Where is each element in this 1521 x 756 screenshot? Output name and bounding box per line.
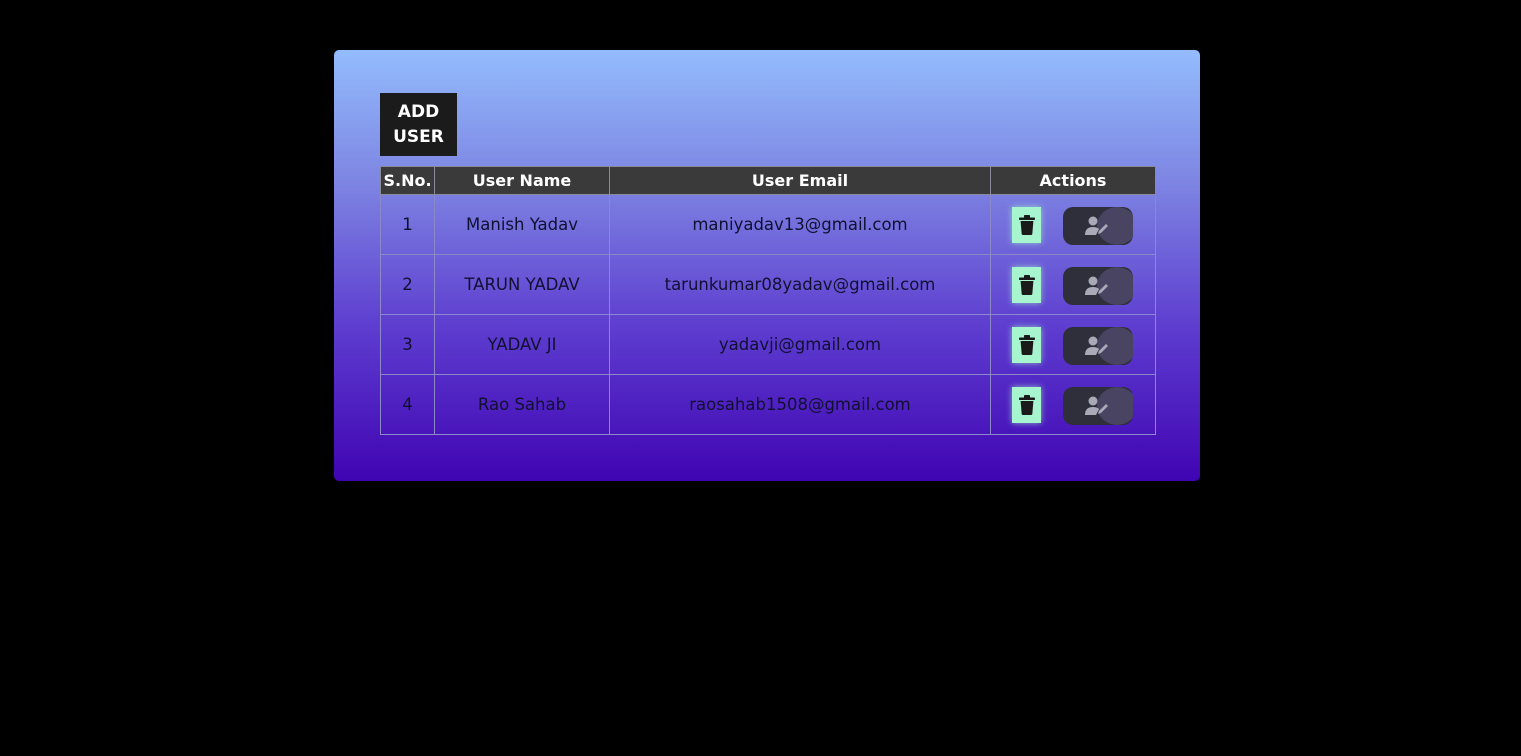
cell-user-name: TARUN YADAV <box>434 254 610 315</box>
cell-user-name: YADAV JI <box>434 314 610 375</box>
cell-user-email: tarunkumar08yadav@gmail.com <box>609 254 991 315</box>
cell-sno: 2 <box>380 254 435 315</box>
add-user-label-line1: ADD <box>397 101 440 122</box>
table-row: 2 TARUN YADAV tarunkumar08yadav@gmail.co… <box>380 254 1156 315</box>
header-user-name: User Name <box>434 166 610 195</box>
user-edit-icon <box>1085 336 1108 355</box>
add-user-label-line2: USER <box>393 126 444 147</box>
header-sno: S.No. <box>380 166 435 195</box>
cell-actions <box>990 374 1156 435</box>
cell-user-name: Rao Sahab <box>434 374 610 435</box>
delete-user-button[interactable] <box>1012 267 1041 303</box>
user-edit-icon <box>1085 276 1108 295</box>
cell-user-email: raosahab1508@gmail.com <box>609 374 991 435</box>
cell-user-email: maniyadav13@gmail.com <box>609 194 991 255</box>
trash-icon <box>1018 275 1035 295</box>
cell-user-email: yadavji@gmail.com <box>609 314 991 375</box>
user-edit-icon <box>1085 216 1108 235</box>
delete-user-button[interactable] <box>1012 327 1041 363</box>
table-row: 4 Rao Sahab raosahab1508@gmail.com <box>380 374 1156 435</box>
cell-sno: 1 <box>380 194 435 255</box>
cell-actions <box>990 254 1156 315</box>
edit-user-button[interactable] <box>1063 267 1133 305</box>
table-row: 1 Manish Yadav maniyadav13@gmail.com <box>380 194 1156 255</box>
trash-icon <box>1018 215 1035 235</box>
edit-user-button[interactable] <box>1063 327 1133 365</box>
user-table-card: ADD USER S.No. User Name User Email Acti… <box>334 50 1200 481</box>
table-row: 3 YADAV JI yadavji@gmail.com <box>380 314 1156 375</box>
cell-user-name: Manish Yadav <box>434 194 610 255</box>
cell-sno: 4 <box>380 374 435 435</box>
table-header-row: S.No. User Name User Email Actions <box>380 166 1156 195</box>
header-user-email: User Email <box>609 166 991 195</box>
user-edit-icon <box>1085 396 1108 415</box>
users-table: S.No. User Name User Email Actions 1 Man… <box>380 166 1156 435</box>
cell-sno: 3 <box>380 314 435 375</box>
trash-icon <box>1018 335 1035 355</box>
delete-user-button[interactable] <box>1012 387 1041 423</box>
header-actions: Actions <box>990 166 1156 195</box>
edit-user-button[interactable] <box>1063 207 1133 245</box>
cell-actions <box>990 314 1156 375</box>
edit-user-button[interactable] <box>1063 387 1133 425</box>
delete-user-button[interactable] <box>1012 207 1041 243</box>
cell-actions <box>990 194 1156 255</box>
add-user-button[interactable]: ADD USER <box>380 93 457 156</box>
trash-icon <box>1018 395 1035 415</box>
